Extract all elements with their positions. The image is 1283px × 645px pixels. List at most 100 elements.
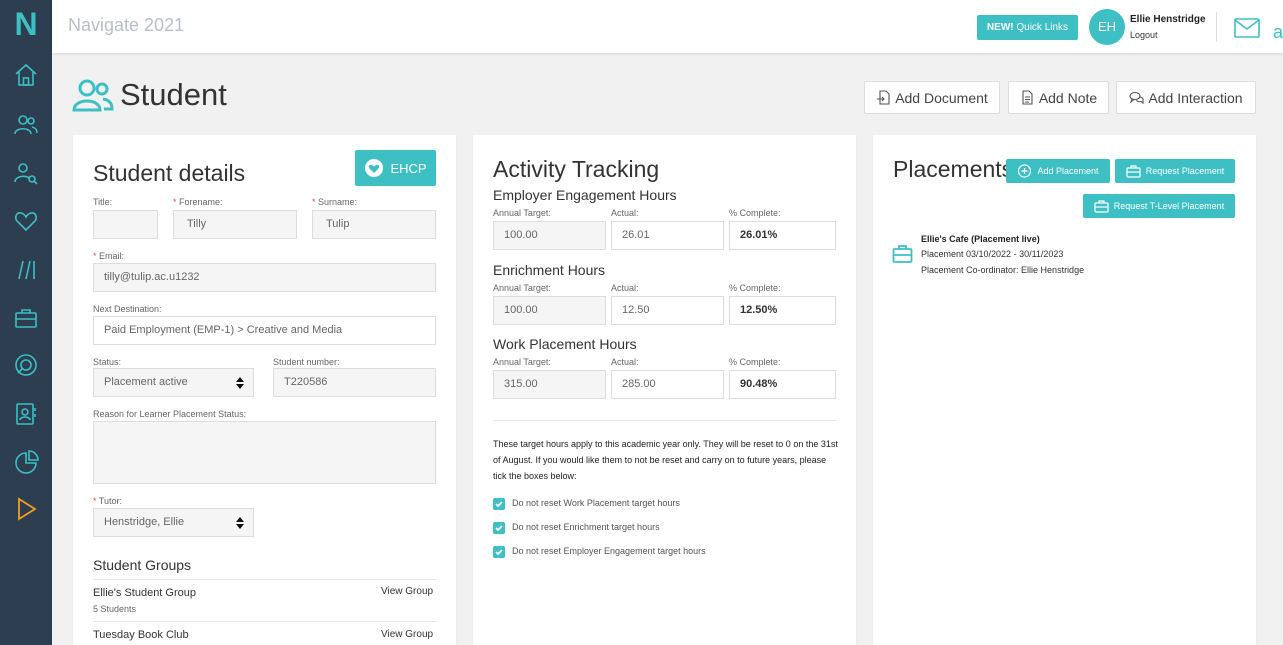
briefcase-icon [1126, 165, 1141, 178]
logout-link[interactable]: Logout [1130, 30, 1158, 40]
student-number-field[interactable]: T220586 [273, 368, 436, 397]
app-title: Navigate 2021 [68, 15, 185, 35]
email-label: * Email: [93, 251, 125, 261]
surname-label: * Surname: [312, 197, 358, 207]
heart-icon [14, 212, 38, 232]
complete-label: % Complete: [729, 208, 781, 218]
rocket-icon [15, 354, 37, 376]
status-select[interactable]: Placement active [93, 368, 254, 397]
sidebar-placements[interactable] [0, 300, 52, 336]
divider [493, 420, 836, 421]
student-details-heading: Student details [93, 160, 246, 186]
page-title: Student [120, 77, 227, 112]
sidebar-explore[interactable] [0, 347, 52, 383]
sidebar-play[interactable] [0, 491, 52, 527]
title-field[interactable] [93, 210, 158, 239]
reason-textarea[interactable] [93, 421, 436, 484]
status-value: Placement active [104, 376, 188, 388]
placements-heading: Placements [893, 156, 1014, 182]
forename-label: * Forename: [173, 197, 223, 207]
add-note-label: Add Note [1038, 89, 1098, 106]
sidebar-wellbeing[interactable] [0, 203, 52, 239]
quick-links-label: Quick Links [1016, 22, 1069, 33]
actual-hours-input[interactable]: 26.01 [611, 221, 724, 250]
briefcase-icon [1094, 200, 1109, 213]
view-group-link[interactable]: View Group [381, 586, 433, 597]
quick-links-button[interactable]: NEW! Quick Links [977, 15, 1078, 40]
add-placement-button[interactable]: Add Placement [1006, 159, 1110, 183]
request-tlevel-placement-button[interactable]: Request T-Level Placement [1083, 194, 1235, 218]
avatar[interactable]: EH [1089, 9, 1125, 45]
pie-chart-icon [15, 450, 39, 474]
sidebar-students[interactable] [0, 107, 52, 143]
activity-section-title: Enrichment Hours [493, 262, 606, 278]
add-document-button[interactable]: Add Document [864, 81, 1000, 114]
reset-checkbox[interactable] [493, 546, 505, 558]
complete-label: % Complete: [729, 283, 781, 293]
mail-icon[interactable] [1234, 18, 1260, 38]
users-icon [14, 115, 38, 135]
sidebar-analytics[interactable] [0, 444, 52, 480]
activity-section-title: Work Placement Hours [493, 336, 637, 352]
sidebar-contacts[interactable] [0, 396, 52, 432]
reset-checkbox[interactable] [493, 522, 505, 534]
chat-icon [1129, 91, 1145, 105]
annual-target-label: Annual Target: [493, 357, 551, 367]
add-note-button[interactable]: Add Note [1008, 81, 1109, 114]
plus-circle-icon [1018, 164, 1032, 178]
heart-badge-icon [365, 159, 384, 177]
surname-value: Tulip [326, 218, 350, 230]
briefcase-icon [15, 309, 37, 328]
email-label-text: Email: [99, 251, 125, 261]
add-placement-label: Add Placement [1037, 166, 1099, 176]
title-label: Title: [93, 197, 113, 207]
select-arrows-icon [236, 377, 244, 389]
annual-target-field: 100.00 [493, 296, 606, 325]
app-logo[interactable]: N [12, 6, 40, 42]
play-icon [18, 497, 37, 521]
actual-hours-input[interactable]: 285.00 [611, 370, 724, 399]
add-interaction-button[interactable]: Add Interaction [1116, 81, 1256, 114]
request-placement-button[interactable]: Request Placement [1115, 159, 1235, 183]
sidebar-reports[interactable] [0, 252, 52, 288]
reset-checkbox-label: Do not reset Work Placement target hours [512, 498, 680, 508]
user-search-icon [14, 163, 38, 185]
next-destination-field[interactable]: Paid Employment (EMP-1) > Creative and M… [93, 316, 436, 345]
ehcp-label: EHCP [390, 160, 427, 176]
check-icon [495, 501, 503, 508]
forename-field[interactable]: Tilly [173, 210, 297, 239]
status-label: Status: [93, 357, 122, 367]
check-icon [495, 549, 503, 556]
reason-label: Reason for Learner Placement Status: [93, 409, 247, 419]
sidebar-home[interactable] [0, 57, 52, 93]
view-group-link[interactable]: View Group [381, 629, 433, 640]
tutor-select[interactable]: Henstridge, Ellie [93, 508, 254, 537]
select-arrows-icon [236, 517, 244, 529]
activity-tracking-card: Activity Tracking Employer Engagement Ho… [473, 135, 856, 645]
group-name: Tuesday Book Club [93, 629, 189, 641]
actual-label: Actual: [611, 208, 639, 218]
reset-checkbox-label: Do not reset Enrichment target hours [512, 522, 660, 532]
tutor-label: * Tutor: [93, 496, 123, 506]
student-icon [72, 79, 114, 112]
student-number-label: Student number: [273, 357, 340, 367]
tutor-label-text: Tutor: [98, 496, 123, 506]
percent-complete-value: 12.50% [729, 296, 836, 325]
surname-field[interactable]: Tulip [312, 210, 436, 239]
actual-hours-input[interactable]: 12.50 [611, 296, 724, 325]
divider [93, 579, 436, 580]
reset-checkbox-label: Do not reset Employer Engagement target … [512, 546, 706, 556]
note-icon [1022, 90, 1033, 105]
briefcase-icon [892, 245, 913, 263]
group-meta: 5 Students [93, 604, 137, 614]
top-bar: Navigate 2021 NEW! Quick Links EH Ellie … [52, 0, 1283, 53]
placement-title[interactable]: Ellie's Cafe (Placement live) [921, 234, 1040, 244]
ehcp-button[interactable]: EHCP [355, 150, 436, 186]
reset-checkbox[interactable] [493, 498, 505, 510]
annual-target-field: 315.00 [493, 370, 606, 399]
activity-section-title: Employer Engagement Hours [493, 187, 677, 203]
actual-label: Actual: [611, 357, 639, 367]
sidebar-user-search[interactable] [0, 155, 52, 191]
add-document-label: Add Document [895, 89, 988, 106]
email-field[interactable]: tilly@tulip.ac.u1232 [93, 263, 436, 292]
